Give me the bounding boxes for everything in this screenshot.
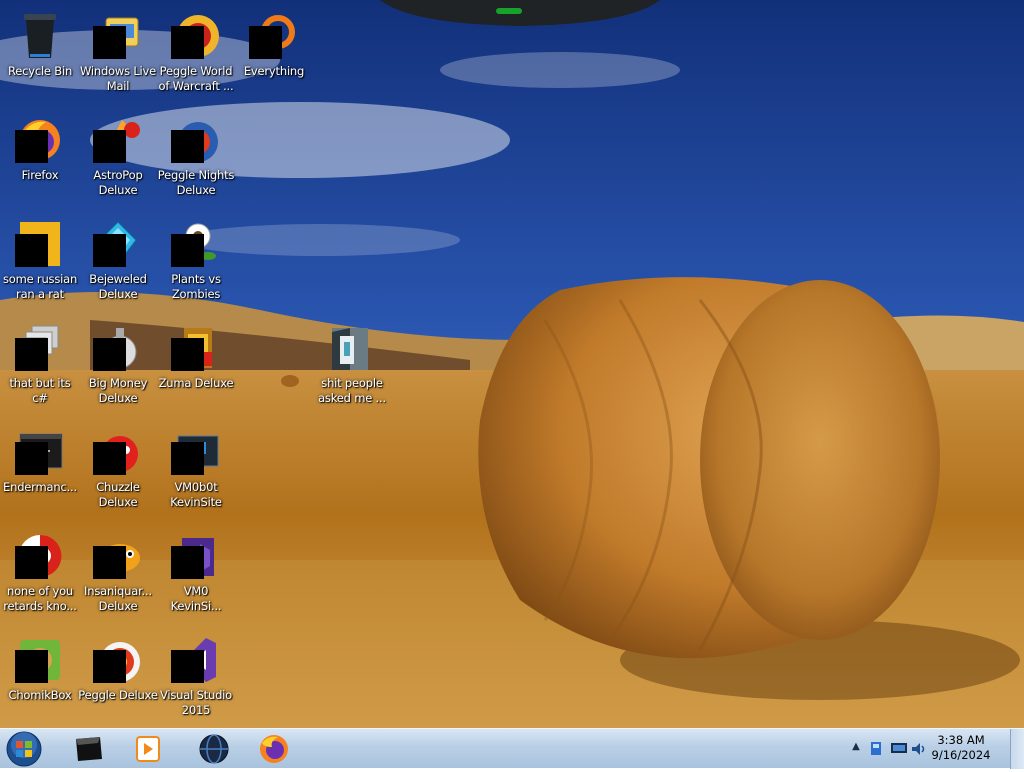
redaction-box	[171, 546, 204, 579]
desktop-icon-label: Peggle Nights Deluxe	[157, 168, 235, 197]
system-tray: ▲ 3:38 AM 9/16/2024	[834, 729, 1024, 769]
desktop-icon-label: Zuma Deluxe	[158, 376, 234, 390]
desktop-icon[interactable]: VM0b0t KevinSite	[156, 422, 236, 518]
taskbar-button-firefox[interactable]	[248, 731, 300, 767]
desktop-icon-label: Everything	[243, 64, 305, 78]
desktop-icon[interactable]: Plants vs Zombies	[156, 214, 236, 310]
desktop-icon[interactable]: shit people asked me ...	[312, 318, 392, 414]
clock[interactable]: 3:38 AM 9/16/2024	[926, 733, 996, 763]
folder-icon	[332, 328, 368, 370]
start-button[interactable]	[4, 730, 44, 768]
redaction-box	[93, 26, 126, 59]
redaction-box	[171, 26, 204, 59]
taskbar-button-dark-app[interactable]	[62, 731, 114, 767]
monitor-icon[interactable]	[890, 741, 908, 757]
recycle-bin-icon	[24, 14, 56, 58]
desktop-icon-label: Peggle World of Warcraft ...	[158, 64, 234, 93]
desktop-icon[interactable]: Peggle World of Warcraft ...	[156, 6, 236, 102]
redaction-box	[15, 234, 48, 267]
taskbar: ▲ 3:38 AM 9/16/2024	[0, 728, 1024, 769]
taskbar-button-globe-app[interactable]	[188, 731, 240, 767]
clock-date: 9/16/2024	[931, 748, 991, 762]
desktop-icon-label: Chuzzle Deluxe	[96, 480, 140, 509]
desktop-icon-label: VM0b0t KevinSite	[170, 480, 222, 509]
desktop-icon[interactable]: Endermanc...	[0, 422, 80, 518]
redaction-box	[171, 234, 204, 267]
taskbar-button-media-player[interactable]	[122, 731, 174, 767]
network-status-icon[interactable]	[868, 741, 886, 757]
desktop-icon[interactable]: Insaniquar... Deluxe	[78, 526, 158, 622]
desktop-icon-label: Bejeweled Deluxe	[89, 272, 147, 301]
desktop-icon[interactable]: Chuzzle Deluxe	[78, 422, 158, 518]
desktop-icon-label: shit people asked me ...	[318, 376, 386, 405]
desktop-icon[interactable]: Recycle Bin	[0, 6, 80, 102]
desktop-icon[interactable]: Firefox	[0, 110, 80, 206]
desktop-icon[interactable]: none of you retards kno...	[0, 526, 80, 622]
desktop-icon[interactable]: AstroPop Deluxe	[78, 110, 158, 206]
redaction-box	[93, 338, 126, 371]
desktop-icon[interactable]: Everything	[234, 6, 314, 102]
desktop-icon[interactable]: Peggle Deluxe	[78, 630, 158, 726]
desktop-icon[interactable]: Visual Studio 2015	[156, 630, 236, 726]
desktop-icon-label: ChomikBox	[8, 688, 72, 702]
desktop-icon-label: that but its c#	[9, 376, 71, 405]
media-player-icon	[136, 736, 160, 762]
desktop-icon-label: none of you retards kno...	[3, 584, 77, 613]
desktop-icon[interactable]: Windows Live Mail	[78, 6, 158, 102]
redaction-box	[15, 442, 48, 475]
desktop-icon[interactable]: Bejeweled Deluxe	[78, 214, 158, 310]
desktop-icon-label: some russian ran a rat	[2, 272, 78, 301]
redaction-box	[93, 130, 126, 163]
desktop-icon[interactable]: Peggle Nights Deluxe	[156, 110, 236, 206]
desktop-icon-label: Visual Studio 2015	[159, 688, 232, 717]
globe-app-icon	[199, 734, 229, 764]
desktop-icon-label: AstroPop Deluxe	[93, 168, 143, 197]
redaction-box	[93, 650, 126, 683]
redaction-box	[171, 650, 204, 683]
desktop-icon-label: Firefox	[21, 168, 59, 182]
desktop-icon[interactable]: Zuma Deluxe	[156, 318, 236, 414]
desktop-icon[interactable]: VM0 KevinSi...	[156, 526, 236, 622]
show-hidden-icons-button[interactable]: ▲	[850, 741, 862, 757]
windows-start-orb-icon	[6, 731, 42, 767]
desktop[interactable]: Recycle Bin Firefox esome russian ran a ra…	[0, 0, 1024, 728]
desktop-icon[interactable]: Big Money Deluxe	[78, 318, 158, 414]
desktop-icon-label: VM0 KevinSi...	[170, 584, 222, 613]
desktop-icon-label: Windows Live Mail	[79, 64, 157, 93]
redaction-box	[171, 338, 204, 371]
dark-app-icon	[76, 737, 102, 761]
desktop-icon-label: Peggle Deluxe	[78, 688, 158, 702]
redaction-box	[93, 234, 126, 267]
desktop-icon[interactable]: ChomikBox	[0, 630, 80, 726]
redaction-box	[171, 442, 204, 475]
desktop-icon-label: Insaniquar... Deluxe	[84, 584, 152, 613]
firefox-icon	[260, 735, 288, 763]
redaction-box	[171, 130, 204, 163]
clock-time: 3:38 AM	[937, 733, 985, 747]
desktop-icon-label: Plants vs Zombies	[171, 272, 221, 301]
desktop-icon-label: Big Money Deluxe	[88, 376, 148, 405]
redaction-box	[249, 26, 282, 59]
redaction-box	[15, 650, 48, 683]
redaction-box	[15, 546, 48, 579]
show-desktop-button[interactable]	[1010, 729, 1024, 769]
redaction-box	[93, 546, 126, 579]
desktop-icon-label: Recycle Bin	[7, 64, 73, 78]
desktop-icon[interactable]: that but its c#	[0, 318, 80, 414]
desktop-icon[interactable]: esome russian ran a rat	[0, 214, 80, 310]
redaction-box	[93, 442, 126, 475]
desktop-icon-label: Endermanc...	[3, 480, 77, 494]
redaction-box	[15, 130, 48, 163]
sidebar-gadget-bar[interactable]	[380, 0, 660, 30]
redaction-box	[15, 338, 48, 371]
